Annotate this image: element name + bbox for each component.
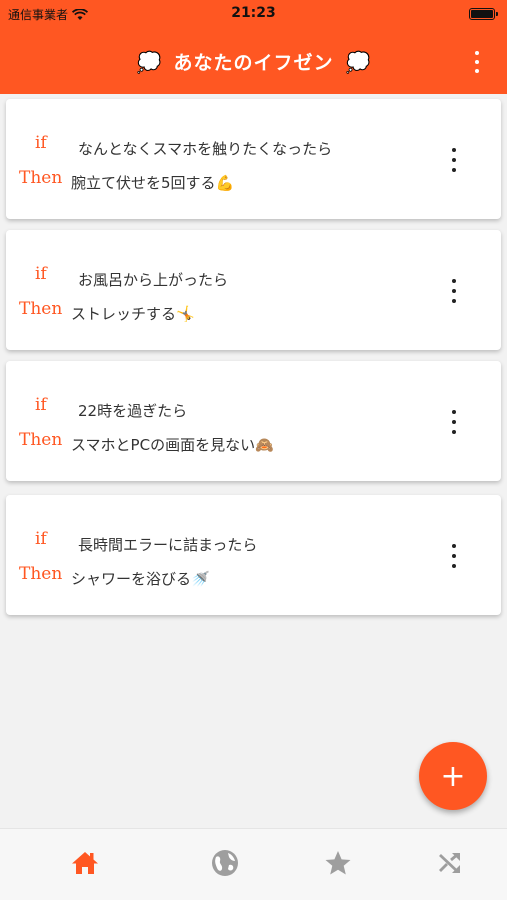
rule-card[interactable]: if なんとなくスマホを触りたくなったら Then 腕立て伏せを5回する💪 (6, 99, 501, 219)
rule-action: ストレッチする🤸 (71, 305, 195, 323)
app-bar: 💭 あなたのイフゼン 💭 (0, 30, 507, 94)
rule-condition: お風呂から上がったら (78, 271, 229, 289)
thought-bubble-icon: 💭 (345, 49, 371, 74)
clock: 21:23 (231, 5, 276, 21)
rule-card[interactable]: if お風呂から上がったら Then ストレッチする🤸 (6, 230, 501, 350)
battery-icon (469, 8, 498, 20)
rule-condition: 長時間エラーに詰まったら (78, 536, 258, 554)
home-icon (72, 852, 98, 874)
page-title: あなたのイフゼン (173, 52, 334, 74)
rule-condition: 22時を過ぎたら (78, 402, 188, 420)
card-menu-icon[interactable] (444, 279, 464, 303)
add-icon: + (440, 758, 466, 794)
rule-card[interactable]: if 長時間エラーに詰まったら Then シャワーを浴びる🚿 (6, 495, 501, 615)
nav-home[interactable] (65, 847, 105, 879)
nav-globe[interactable] (205, 847, 245, 879)
card-menu-icon[interactable] (444, 148, 464, 172)
globe-icon (212, 850, 238, 876)
then-label: Then (19, 430, 63, 450)
rule-action: シャワーを浴びる🚿 (71, 570, 210, 588)
nav-favorites[interactable] (318, 847, 358, 879)
card-menu-icon[interactable] (444, 544, 464, 568)
rule-card[interactable]: if 22時を過ぎたら Then スマホとPCの画面を見ない🙈 (6, 361, 501, 481)
rule-action: スマホとPCの画面を見ない🙈 (71, 436, 274, 454)
bottom-nav (0, 828, 507, 900)
if-label: if (35, 395, 47, 415)
add-rule-button[interactable]: + (419, 742, 487, 810)
then-label: Then (19, 299, 63, 319)
rule-condition: なんとなくスマホを触りたくなったら (78, 140, 333, 158)
then-label: Then (19, 564, 63, 584)
status-bar: 通信事業者 21:23 (0, 0, 507, 30)
if-label: if (35, 264, 47, 284)
title-row: 💭 あなたのイフゼン 💭 (0, 48, 507, 75)
then-label: Then (19, 168, 63, 188)
shuffle-icon (439, 852, 460, 874)
card-menu-icon[interactable] (444, 410, 464, 434)
star-icon (325, 851, 351, 875)
rule-action: 腕立て伏せを5回する💪 (71, 174, 235, 192)
if-label: if (35, 529, 47, 549)
more-options-icon[interactable] (467, 48, 487, 76)
thought-bubble-icon: 💭 (136, 49, 162, 74)
nav-shuffle[interactable] (430, 847, 470, 879)
if-label: if (35, 133, 47, 153)
